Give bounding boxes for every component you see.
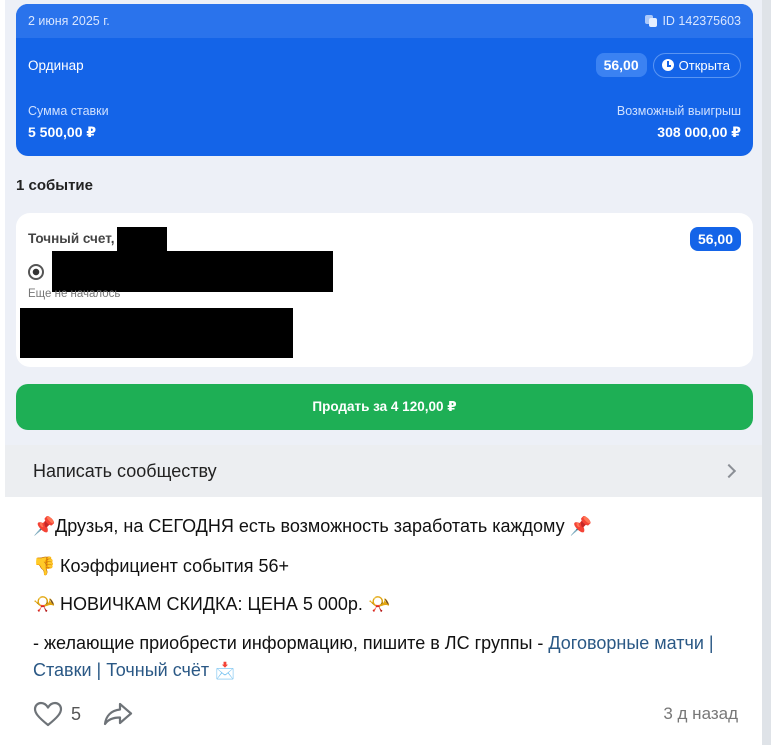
post-line-2: 👎 Коэффициент события 56+ bbox=[33, 553, 289, 580]
ticket-header: 2 июня 2025 г. ID 142375603 bbox=[16, 4, 753, 38]
post-line-2-text: Коэффициент события 56+ bbox=[60, 556, 289, 576]
post-line-3-text: НОВИЧКАМ СКИДКА: ЦЕНА 5 000р. bbox=[60, 594, 363, 614]
events-count: 1 событие bbox=[16, 177, 93, 194]
ticket-type-row: Ординар 56,00 Открыта bbox=[16, 38, 753, 92]
pushpin-icon: 📌 bbox=[569, 516, 593, 536]
chevron-right-icon bbox=[721, 463, 737, 479]
page-edge bbox=[762, 0, 771, 745]
redaction-box bbox=[20, 308, 293, 358]
pushpin-icon: 📌 bbox=[33, 516, 56, 536]
ticket-amounts: Сумма ставки 5 500,00 ₽ Возможный выигры… bbox=[16, 92, 753, 141]
write-community-button[interactable]: Написать сообществу bbox=[5, 445, 762, 497]
bet-area: 2 июня 2025 г. ID 142375603 Ординар 56,0… bbox=[5, 0, 762, 445]
stake-block: Сумма ставки 5 500,00 ₽ bbox=[28, 104, 109, 141]
stake-value: 5 500,00 ₽ bbox=[28, 124, 97, 140]
soccer-ball-icon bbox=[28, 264, 44, 280]
bet-ticket[interactable]: 2 июня 2025 г. ID 142375603 Ординар 56,0… bbox=[16, 4, 753, 156]
heart-icon[interactable] bbox=[33, 701, 63, 727]
ticket-coefficient: 56,00 bbox=[595, 53, 647, 77]
share-icon[interactable] bbox=[103, 701, 133, 727]
post-time: 3 д назад bbox=[663, 704, 738, 723]
horn-icon: 📯 bbox=[33, 594, 56, 614]
event-coefficient: 56,00 bbox=[689, 227, 741, 251]
copy-icon[interactable] bbox=[645, 15, 658, 27]
bet-type: Ординар bbox=[28, 57, 84, 73]
thumbs-down-icon: 👎 bbox=[33, 556, 56, 576]
ticket-id-text: ID 142375603 bbox=[662, 14, 741, 28]
post-footer: 5 3 д назад bbox=[33, 699, 738, 729]
ticket-date: 2 июня 2025 г. bbox=[28, 14, 110, 28]
post-line-1: 📌Друзья, на СЕГОДНЯ есть возможность зар… bbox=[33, 513, 592, 540]
post: 📌Друзья, на СЕГОДНЯ есть возможность зар… bbox=[5, 497, 762, 745]
ticket-id[interactable]: ID 142375603 bbox=[645, 14, 741, 28]
like-count: 5 bbox=[71, 703, 82, 724]
sell-button[interactable]: Продать за 4 120,00 ₽ bbox=[16, 384, 753, 430]
post-line-4-text: - желающие приобрести информацию, пишите… bbox=[33, 633, 549, 653]
redaction-box bbox=[52, 251, 333, 292]
event-status: Еще не началось bbox=[28, 288, 121, 300]
win-value: 308 000,00 ₽ bbox=[657, 124, 741, 140]
clock-icon bbox=[661, 59, 674, 71]
stake-label: Сумма ставки bbox=[28, 104, 109, 118]
post-line-3: 📯 НОВИЧКАМ СКИДКА: ЦЕНА 5 000р. 📯 bbox=[33, 591, 390, 618]
event-card[interactable]: Точный счет, 56,00 Еще не началось bbox=[16, 213, 753, 367]
write-community-label: Написать сообществу bbox=[33, 460, 217, 481]
win-block: Возможный выигрыш 308 000,00 ₽ bbox=[617, 104, 741, 141]
inbox-tray-icon: 📩 bbox=[215, 663, 236, 680]
event-title: Точный счет, bbox=[28, 231, 115, 246]
post-line-4: - желающие приобрести информацию, пишите… bbox=[33, 630, 733, 685]
status-badge: Открыта bbox=[652, 52, 741, 78]
status-text: Открыта bbox=[678, 57, 730, 73]
win-label: Возможный выигрыш bbox=[616, 104, 741, 118]
post-line-1-text: Друзья, на СЕГОДНЯ есть возможность зара… bbox=[55, 516, 565, 536]
horn-icon: 📯 bbox=[367, 594, 391, 614]
